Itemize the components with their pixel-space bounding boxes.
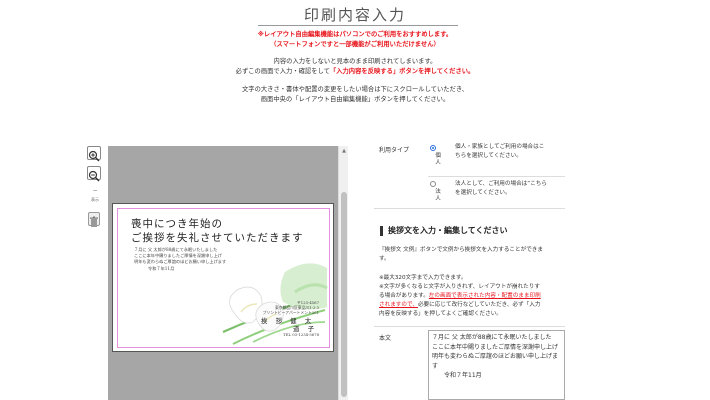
- note-1: ※最大320文字まで入力できます。: [379, 275, 467, 281]
- note-4: されますので、必要に応じて改行などしていただき、必ず「入力: [379, 301, 540, 310]
- radio-corporate-label[interactable]: 法人: [435, 189, 441, 203]
- help-text-1: 『挨拶文 文例』ボタンで文例から挨拶文を入力することができま: [379, 247, 543, 253]
- note-4-text: 必要に応じて改行などしていただき、必ず「入力: [417, 302, 541, 308]
- postcard-date: 令和７年11月: [148, 266, 175, 271]
- radio-corporate[interactable]: [430, 181, 436, 187]
- zoom-out-icon: [88, 170, 100, 182]
- zoom-out-button[interactable]: [87, 166, 101, 182]
- zoom-in-button[interactable]: [87, 146, 101, 162]
- collapse-toggle[interactable]: −: [87, 187, 103, 194]
- radio-personal-label[interactable]: 個人: [435, 153, 441, 167]
- radio-corporate-desc-2: を選択してください。: [455, 190, 511, 196]
- radio-divider: [428, 176, 565, 177]
- usage-type-label: 利用タイプ: [379, 147, 410, 154]
- trash-icon: [90, 216, 98, 227]
- radio-personal-desc-2: ちらを選択してください。: [455, 153, 522, 159]
- note-3-text: る場合があります。: [379, 293, 429, 299]
- note-3: る場合があります。左の画面で表示された内容・配置のまま印刷: [379, 292, 541, 301]
- note-4-red: されますので、: [379, 302, 418, 308]
- info-line-4: 画面中央の「レイアウト自由編集機能」ボタンを押してください。: [260, 96, 450, 103]
- postcard-preview[interactable]: 喪中につき年始の ご挨拶を失礼させていただきます ７月に 父 太郎が88歳にて永…: [112, 203, 334, 352]
- warning-line-2: （スマートフォンですと一部機能がご利用いただけません）: [270, 41, 440, 48]
- note-5: 内容を反映する」を押してよくご確認ください。: [379, 311, 502, 317]
- info-line-2: 必ずこの画面で入力・確認をして「入力内容を反映する」ボタンを押してください。: [0, 67, 710, 76]
- radio-corporate-desc-1: 法人として、ご利用の場合は”こちら: [455, 181, 547, 187]
- delete-button[interactable]: [88, 212, 100, 227]
- postcard-heading-1: 喪中につき年始の: [131, 218, 223, 230]
- zoom-in-icon: [88, 150, 100, 162]
- info-line-2-text: 必ずこの画面で入力・確認をして: [235, 68, 330, 75]
- greeting-section-title: 挨拶文を入力・編集してください: [380, 226, 508, 236]
- body-label: 本文: [379, 335, 392, 342]
- radio-personal-desc-1: 個人・家族としてご利用の場合はこ: [455, 144, 545, 150]
- warning-line-1: ※レイアウト自由編集機能はパソコンでのご利用をおすすめします。: [257, 31, 453, 38]
- note-3-red: 左の画面で表示された内容・配置のまま印刷: [428, 293, 541, 299]
- radio-personal[interactable]: [430, 145, 436, 151]
- greeting-body-text[interactable]: ７月に 父 太郎が88歳にて永眠いたしました ここに本年中賜りましたご厚情を深謝…: [432, 333, 561, 381]
- help-text-2: す。: [379, 256, 390, 262]
- info-line-2-emphasis: 「入力内容を反映する」ボタンを押してください。: [329, 68, 475, 75]
- editor-scrollbar[interactable]: ▲: [338, 146, 348, 400]
- greeting-body-textarea[interactable]: ７月に 父 太郎が88歳にて永眠いたしました ここに本年中賜りましたご厚情を深謝…: [428, 330, 565, 400]
- body-divider: [374, 326, 565, 327]
- info-line-3: 文字の大きさ・書体や配置の変更をしたい場合は下にスクロールしていただき、: [241, 86, 469, 93]
- scroll-up-icon[interactable]: ▲: [341, 148, 347, 154]
- info-line-1: 内容の入力をしないと見本のまま印刷されてしまいます。: [273, 58, 437, 65]
- section-divider: [374, 208, 565, 209]
- scroll-thumb[interactable]: [341, 192, 347, 397]
- page-title: 印刷内容入力: [303, 6, 406, 24]
- title-divider: [258, 25, 458, 26]
- sender-tel: TEL 03-1234-5678: [283, 332, 319, 337]
- note-2: ※文字が多くなると文字が入りきれず、レイアウトが崩れたりす: [379, 284, 540, 290]
- display-toggle-label[interactable]: 表示: [87, 197, 103, 203]
- postcard-heading-2: ご挨拶を失礼させていただきます: [131, 232, 304, 244]
